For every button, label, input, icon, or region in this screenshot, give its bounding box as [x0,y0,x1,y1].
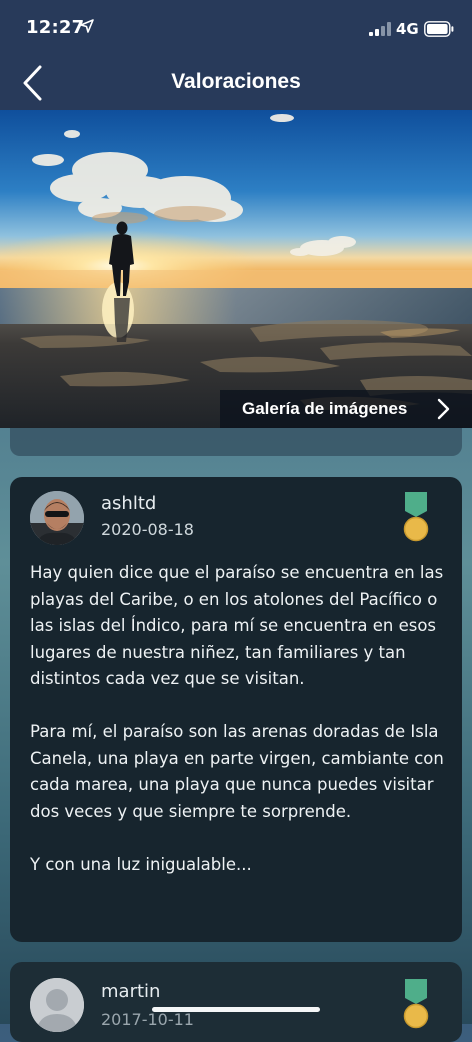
gallery-button[interactable]: Galería de imágenes [220,390,472,428]
status-time: 12:27 [26,17,85,38]
review-paragraph: Hay quien dice que el paraíso se encuent… [30,563,444,688]
gallery-label: Galería de imágenes [242,399,408,418]
home-indicator[interactable] [152,1007,320,1012]
cell-signal-icon [369,22,391,36]
review-username[interactable]: ashltd [101,493,156,514]
review-card: martin 2017-10-11 [10,962,462,1042]
hero-image[interactable] [0,110,472,428]
network-type: 4G [396,20,419,38]
beach-sunset-photo [0,110,472,428]
review-body: Hay quien dice que el paraíso se encuent… [30,560,450,905]
review-date: 2020-08-18 [101,520,194,539]
review-paragraph: Para mí, el paraíso son las arenas dorad… [30,722,444,821]
nav-bar: Valoraciones [0,56,472,110]
medal-icon [403,492,429,542]
review-paragraph: Y con una luz inigualable... [30,854,252,874]
user-photo [30,491,84,545]
page-title: Valoraciones [171,70,301,93]
status-bar: 12:27 4G [0,0,472,56]
review-date: 2017-10-11 [101,1010,194,1029]
previous-card-edge [10,428,462,456]
location-arrow-icon [80,19,94,33]
chevron-right-icon [437,398,450,420]
battery-icon [424,21,454,37]
review-card: ashltd 2020-08-18 Hay quien dice que el … [10,477,462,942]
review-username[interactable]: martin [101,981,160,1002]
avatar[interactable] [30,491,84,545]
